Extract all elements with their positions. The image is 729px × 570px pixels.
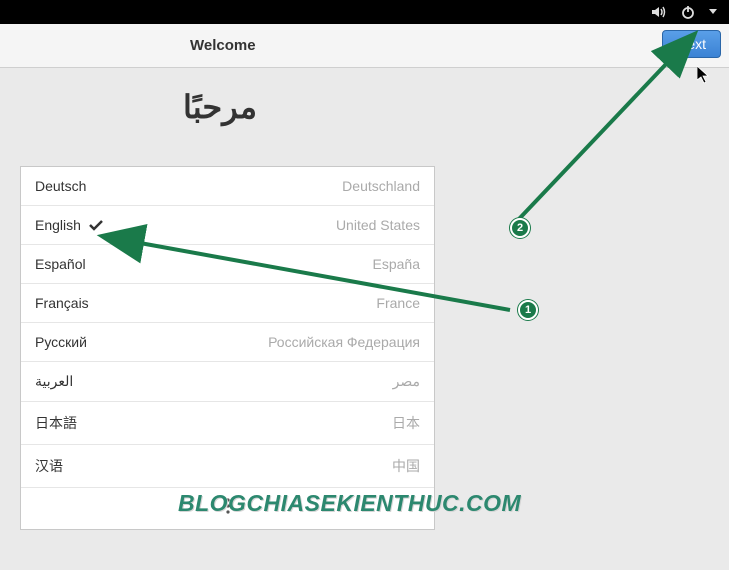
language-row-english[interactable]: English United States (21, 206, 434, 245)
language-row-francais[interactable]: Français France (21, 284, 434, 323)
language-list: Deutsch Deutschland English United State… (20, 166, 435, 530)
language-country: España (373, 256, 420, 272)
next-button[interactable]: Next (662, 30, 721, 58)
more-icon (226, 498, 230, 519)
language-name: العربية (35, 373, 73, 390)
language-country: France (376, 295, 420, 311)
language-row-russian[interactable]: Русский Российская Федерация (21, 323, 434, 362)
language-row-arabic[interactable]: العربية مصر (21, 362, 434, 402)
more-languages-button[interactable] (21, 488, 434, 529)
language-country: 中国 (392, 456, 420, 476)
language-name: Español (35, 256, 86, 272)
language-country: United States (336, 217, 420, 233)
power-icon[interactable] (681, 5, 695, 19)
headerbar: Welcome Next (0, 24, 729, 68)
language-row-chinese[interactable]: 汉语 中国 (21, 445, 434, 488)
dropdown-indicator-icon[interactable] (709, 9, 717, 15)
language-country: 日本 (392, 413, 420, 433)
language-country: Deutschland (342, 178, 420, 194)
language-name: Français (35, 295, 89, 311)
language-row-deutsch[interactable]: Deutsch Deutschland (21, 167, 434, 206)
language-row-espanol[interactable]: Español España (21, 245, 434, 284)
content-area: مرحبًا Deutsch Deutschland English Unite… (0, 68, 729, 530)
language-name: 日本語 (35, 413, 77, 433)
system-topbar (0, 0, 729, 24)
language-country: Российская Федерация (268, 334, 420, 350)
volume-icon[interactable] (651, 5, 667, 19)
language-country: مصر (393, 373, 420, 390)
language-name: English (35, 217, 81, 233)
page-title: Welcome (190, 37, 256, 54)
language-name: Русский (35, 334, 87, 350)
language-row-japanese[interactable]: 日本語 日本 (21, 402, 434, 445)
check-icon (89, 219, 103, 231)
language-name: Deutsch (35, 178, 86, 194)
language-name: 汉语 (35, 456, 63, 476)
welcome-heading: مرحبًا (0, 88, 440, 126)
